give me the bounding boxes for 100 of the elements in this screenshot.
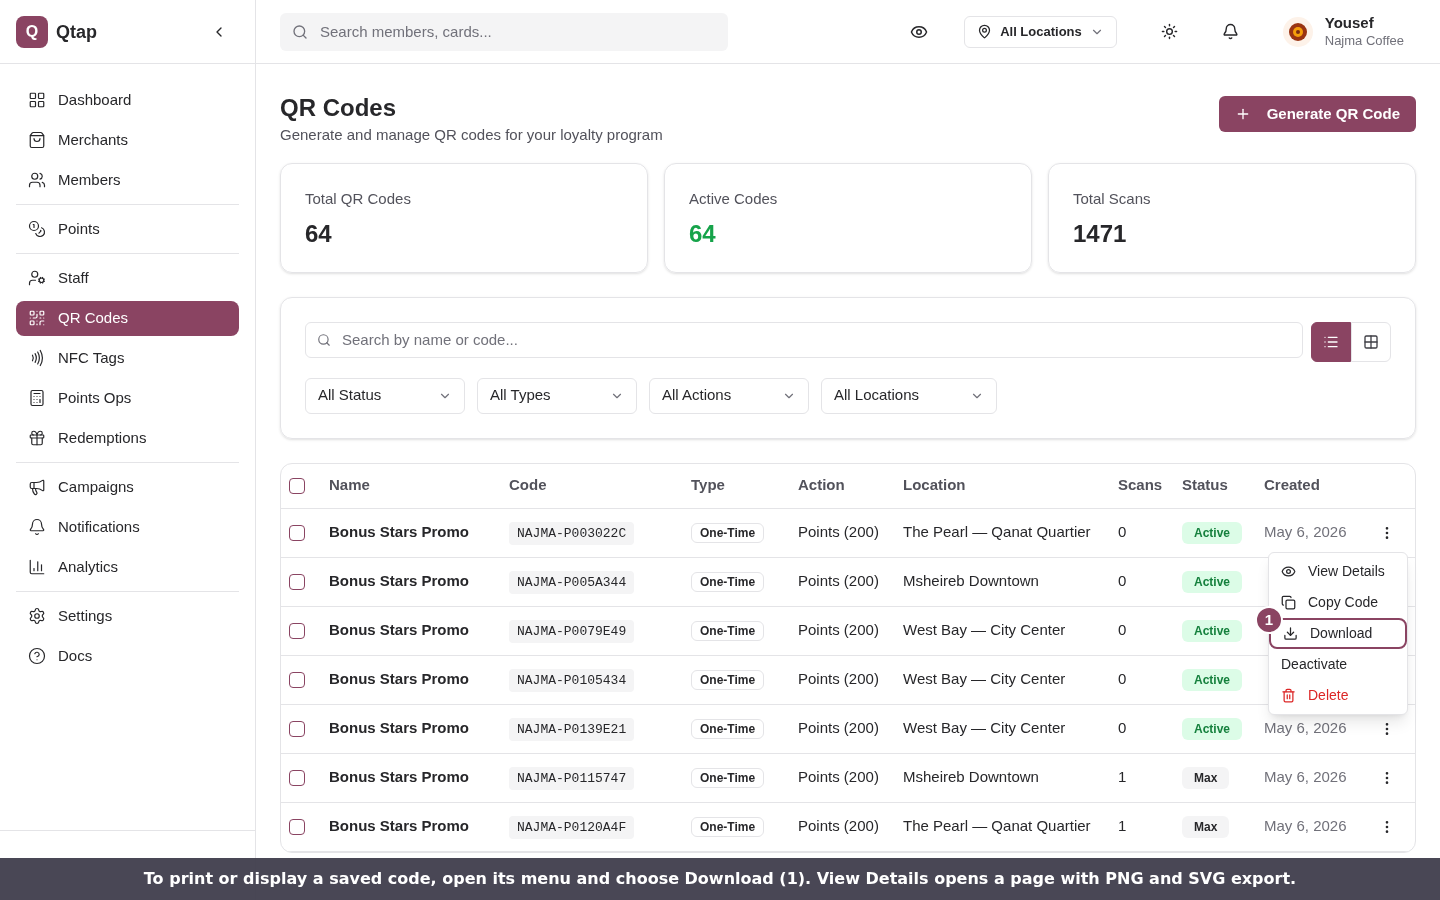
- code-chip: NAJMA-P0079E49: [509, 620, 635, 644]
- sidebar-item[interactable]: Analytics: [16, 549, 239, 585]
- status-tag: Max: [1182, 767, 1230, 790]
- search-field[interactable]: Search by name or code...: [305, 321, 1303, 358]
- location-cell-text: West Bay — City Center: [903, 669, 1067, 690]
- column-header: Code: [509, 475, 548, 496]
- column-header: Created: [1264, 475, 1321, 496]
- scans-cell-text: 0: [1118, 718, 1128, 739]
- sidebar-item[interactable]: QR Codes: [16, 300, 239, 336]
- type-tag: One-Time: [691, 768, 765, 789]
- eye-icon: [1281, 564, 1296, 579]
- logo-mark: Q: [16, 15, 48, 48]
- type-tag: One-Time: [691, 817, 765, 838]
- sidebar-item[interactable]: Merchants: [16, 122, 239, 158]
- page-subtitle: Generate and manage QR codes for your loyalty program: [280, 125, 663, 145]
- type-tag: One-Time: [691, 719, 765, 740]
- status-tag: Active: [1182, 718, 1243, 741]
- avatar-icon: [1282, 16, 1313, 47]
- qr-code-icon: [28, 309, 46, 327]
- bell-icon: [1221, 23, 1239, 40]
- name-cell-text: Bonus Stars Promo: [329, 522, 471, 543]
- gift-icon: [28, 429, 46, 447]
- sidebar-item[interactable]: Campaigns: [16, 469, 239, 505]
- sidebar-item[interactable]: Points Ops: [16, 380, 239, 416]
- checkbox[interactable]: [289, 622, 305, 639]
- location-cell-text: Msheireb Downtown: [903, 767, 1040, 788]
- column-header: Status: [1182, 475, 1229, 496]
- column-header: Action: [798, 475, 846, 496]
- menu-item[interactable]: Deactivate: [1269, 649, 1407, 680]
- filter-select[interactable]: All Locations: [821, 377, 997, 414]
- column-header: Type: [691, 475, 726, 496]
- stat-value: 1471: [1073, 219, 1128, 249]
- checkbox[interactable]: [289, 720, 305, 737]
- type-tag: One-Time: [691, 523, 765, 544]
- search-field[interactable]: Search members, cards...: [280, 12, 728, 51]
- grid-view-icon: [1363, 333, 1379, 350]
- checkbox[interactable]: [289, 477, 305, 494]
- checkbox[interactable]: [289, 818, 305, 835]
- location-cell-text: Msheireb Downtown: [903, 571, 1040, 592]
- type-tag: One-Time: [691, 572, 765, 593]
- user-name: Yousef: [1324, 14, 1375, 33]
- sidebar-item[interactable]: Notifications: [16, 509, 239, 545]
- sidebar-item[interactable]: Members: [16, 162, 239, 198]
- checkbox[interactable]: [289, 573, 305, 590]
- dashboard-icon: [28, 91, 46, 109]
- hint-text: To print or display a saved code, open its menu and choose Download (1). View Details opens a page with PNG and SVG export.: [143, 868, 1297, 890]
- name-cell-text: Bonus Stars Promo: [329, 571, 471, 592]
- code-chip: NAJMA-P005A344: [509, 571, 635, 595]
- created-cell: May 6, 2026: [1264, 768, 1347, 786]
- location-cell-text: The Pearl — Qanat Quartier: [903, 522, 1092, 543]
- location-cell-text: West Bay — City Center: [903, 620, 1067, 641]
- sidebar-item[interactable]: Redemptions: [16, 420, 239, 456]
- help-icon: [28, 647, 46, 665]
- bar-chart-icon: [28, 558, 46, 576]
- sidebar-item[interactable]: Settings: [16, 598, 239, 634]
- status-tag: Max: [1182, 816, 1230, 839]
- column-header: Location: [903, 475, 967, 496]
- sidebar-item[interactable]: Staff: [16, 260, 239, 296]
- code-chip: NAJMA-P0120A4F: [509, 816, 635, 840]
- scans-cell-text: 0: [1118, 522, 1128, 543]
- menu-item[interactable]: Delete: [1269, 680, 1407, 711]
- scans-cell-text: 0: [1118, 669, 1128, 690]
- created-cell: May 6, 2026: [1264, 523, 1347, 541]
- coins-icon: [28, 220, 46, 238]
- stat-label: Total Scans: [1073, 188, 1152, 209]
- checkbox[interactable]: [289, 671, 305, 688]
- scans-cell-text: 0: [1118, 620, 1128, 641]
- type-tag: One-Time: [691, 670, 765, 691]
- code-chip: NAJMA-P003022C: [509, 522, 635, 546]
- map-pin-icon: [977, 24, 993, 39]
- status-tag: Active: [1182, 669, 1243, 692]
- action-cell-text: Points (200): [798, 767, 880, 788]
- settings-icon: [28, 607, 46, 625]
- menu-item[interactable]: View Details: [1269, 556, 1407, 587]
- sidebar-item[interactable]: NFC Tags: [16, 340, 239, 376]
- trash-icon: [1281, 688, 1296, 703]
- checkbox[interactable]: [289, 769, 305, 786]
- status-tag: Active: [1182, 522, 1243, 545]
- view-toggle[interactable]: [1311, 321, 1351, 362]
- generate-qr-button[interactable]: Generate QR Code: [1218, 96, 1416, 132]
- sidebar-item[interactable]: Dashboard: [16, 82, 239, 118]
- filter-select[interactable]: All Actions: [649, 377, 809, 414]
- users-icon: [28, 171, 46, 189]
- scans-cell-text: 0: [1118, 571, 1128, 592]
- filter-select[interactable]: All Types: [477, 377, 637, 414]
- name-cell-text: Bonus Stars Promo: [329, 620, 471, 641]
- filter-select[interactable]: All Status: [305, 377, 465, 414]
- created-cell: May 6, 2026: [1264, 719, 1347, 737]
- location-select[interactable]: All Locations: [964, 15, 1117, 48]
- checkbox[interactable]: [289, 524, 305, 541]
- column-header: Scans: [1118, 475, 1164, 496]
- brand-name: Qtap: [56, 20, 98, 44]
- scans-cell-text: 1: [1118, 816, 1128, 837]
- name-cell-text: Bonus Stars Promo: [329, 816, 471, 837]
- code-chip: NAJMA-P0139E21: [509, 718, 635, 742]
- sidebar-item[interactable]: Points: [16, 211, 239, 247]
- location-cell-text: The Pearl — Qanat Quartier: [903, 816, 1092, 837]
- sidebar-item[interactable]: Docs: [16, 638, 239, 674]
- stat-label: Total QR Codes: [305, 188, 412, 209]
- action-cell-text: Points (200): [798, 620, 880, 641]
